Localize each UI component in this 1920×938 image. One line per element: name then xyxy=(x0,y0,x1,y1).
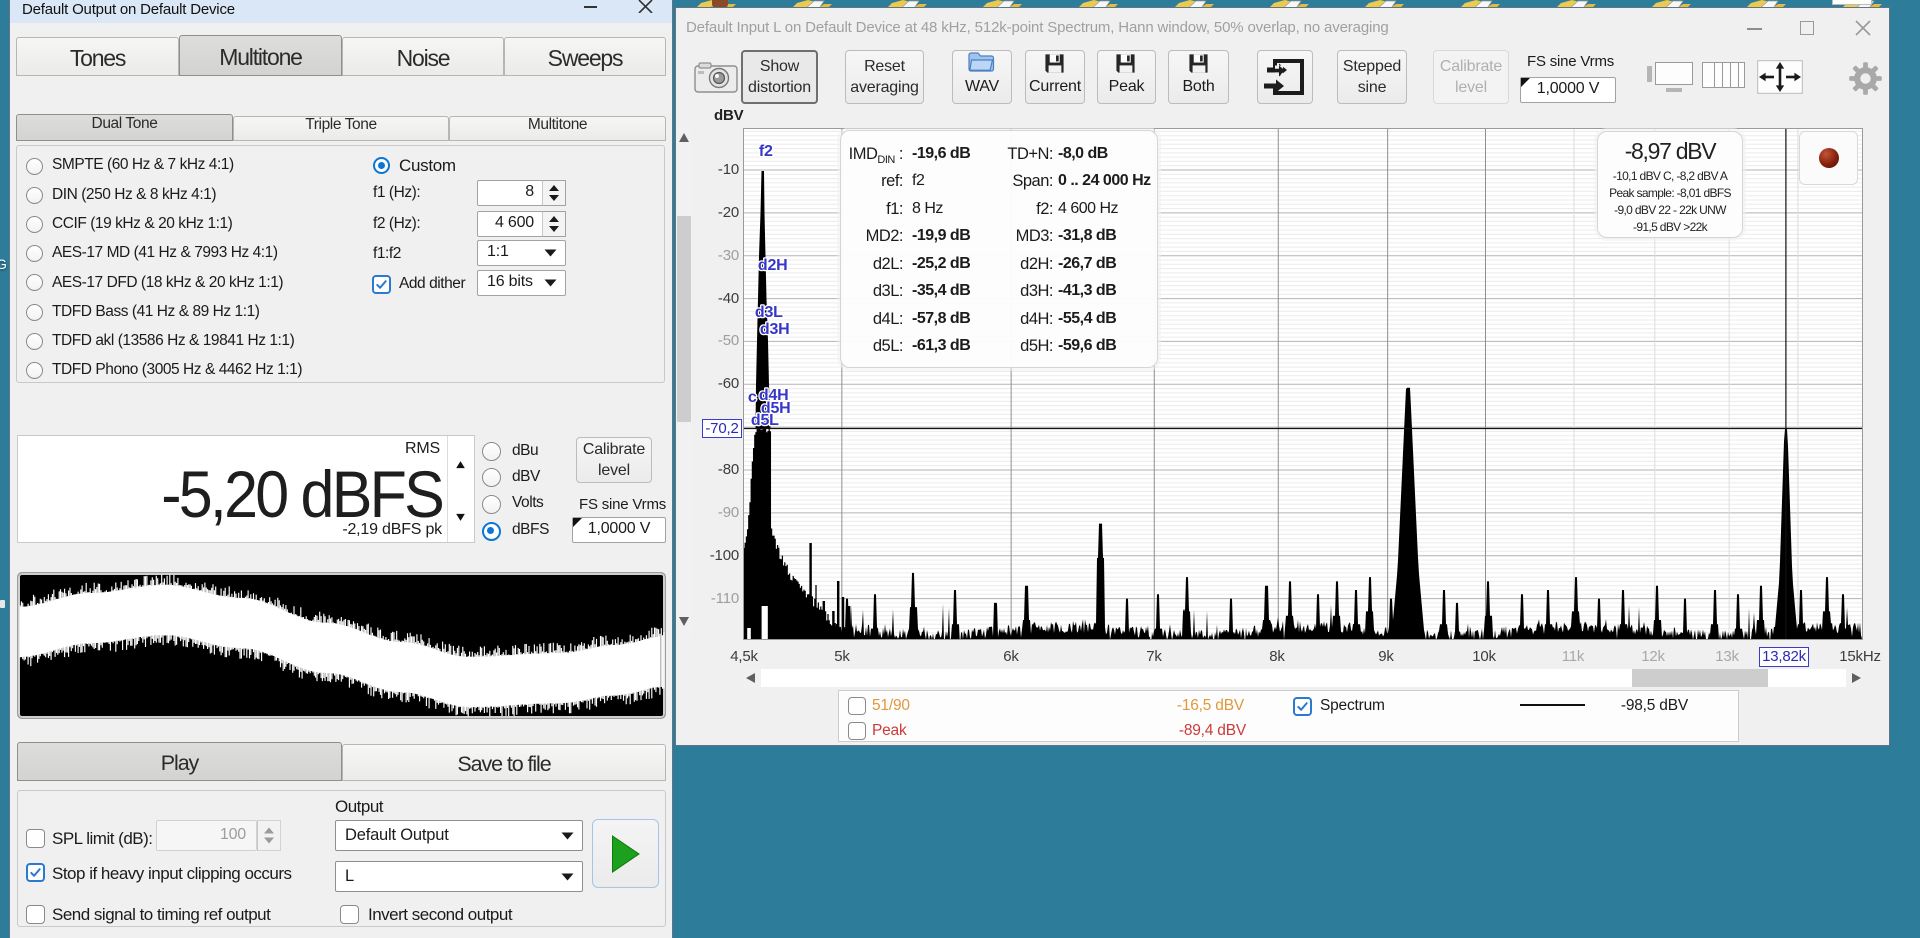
svg-text:d5L: d5L xyxy=(751,412,779,429)
svg-text:d3L: d3L xyxy=(755,304,783,321)
svg-text:f2: f2 xyxy=(759,143,773,160)
svg-text:d2H: d2H xyxy=(758,257,788,274)
svg-text:d3H: d3H xyxy=(760,321,790,338)
svg-text:c: c xyxy=(748,389,757,406)
